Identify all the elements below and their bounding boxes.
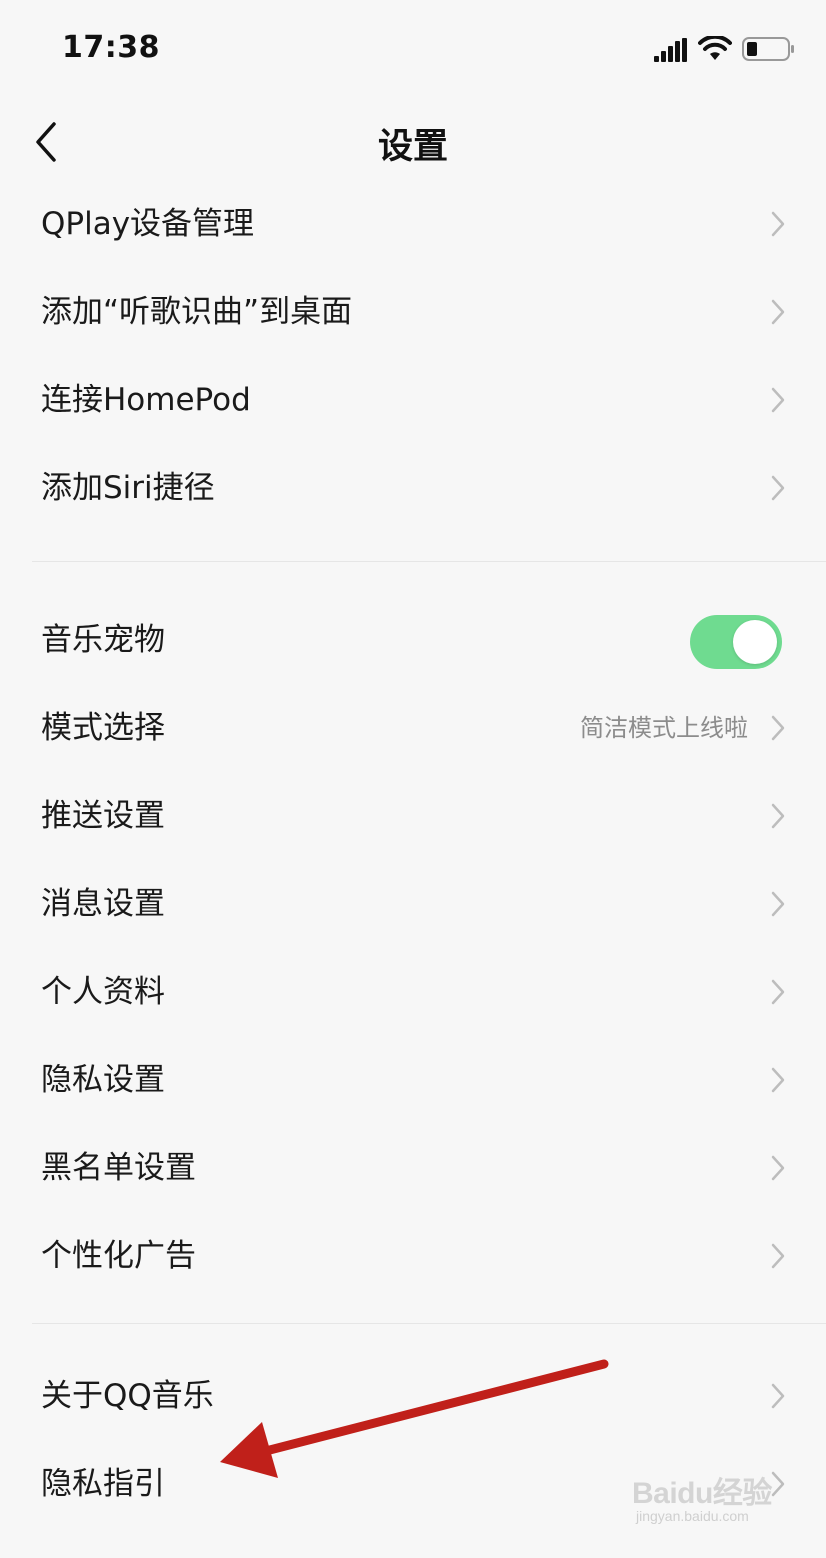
settings-group-device: QPlay设备管理 添加“听歌识曲”到桌面 连接HomePod 添加Siri捷径 [0,180,826,532]
chevron-right-icon [771,1067,785,1093]
row-label: 消息设置 [41,886,165,922]
row-label: 添加Siri捷径 [41,470,215,506]
row-label: 个人资料 [41,974,165,1010]
chevron-right-icon [771,891,785,917]
row-music-pet: 音乐宠物 [0,596,826,684]
nav-bar: 设置 [0,100,826,184]
row-label: 推送设置 [41,798,165,834]
chevron-right-icon [771,299,785,325]
row-label: 模式选择 [41,710,165,746]
row-blacklist-settings[interactable]: 黑名单设置 [0,1124,826,1212]
status-bar: 17:38 [0,0,826,100]
music-pet-toggle[interactable] [690,615,782,669]
watermark-sub: jingyan.baidu.com [636,1508,749,1524]
row-label: QPlay设备管理 [41,206,255,242]
chevron-right-icon [771,979,785,1005]
toggle-knob [733,620,777,664]
chevron-right-icon [771,387,785,413]
page-title: 设置 [377,127,448,167]
chevron-right-icon [771,211,785,237]
row-qplay-device-management[interactable]: QPlay设备管理 [0,180,826,268]
settings-screen: 17:38 设置 QPlay设备管理 添加“听歌识曲”到桌面 连接HomePod… [0,0,826,1558]
status-time: 17:38 [62,30,160,65]
chevron-right-icon [771,1383,785,1409]
row-add-song-recognition[interactable]: 添加“听歌识曲”到桌面 [0,268,826,356]
row-message-settings[interactable]: 消息设置 [0,860,826,948]
row-label: 连接HomePod [41,382,251,418]
row-add-siri-shortcut[interactable]: 添加Siri捷径 [0,444,826,532]
row-push-settings[interactable]: 推送设置 [0,772,826,860]
wifi-icon [698,36,732,60]
section-divider [32,1323,826,1324]
row-about-qq-music[interactable]: 关于QQ音乐 [0,1352,826,1440]
row-label: 添加“听歌识曲”到桌面 [41,294,353,330]
row-personalized-ads[interactable]: 个性化广告 [0,1212,826,1300]
settings-group-general: 音乐宠物 模式选择 简洁模式上线啦 推送设置 消息设置 个人资料 隐私设置 黑名 [0,596,826,1300]
signal-icon [654,38,687,62]
battery-icon [742,37,794,61]
chevron-right-icon [771,715,785,741]
chevron-right-icon [771,803,785,829]
row-profile[interactable]: 个人资料 [0,948,826,1036]
row-label: 隐私设置 [41,1062,165,1098]
row-mode-select[interactable]: 模式选择 简洁模式上线啦 [0,684,826,772]
row-connect-homepod[interactable]: 连接HomePod [0,356,826,444]
row-privacy-settings[interactable]: 隐私设置 [0,1036,826,1124]
baidu-watermark: Baidu经验 jingyan.baidu.com [632,1468,792,1538]
row-label: 个性化广告 [41,1238,196,1274]
section-divider [32,561,826,562]
row-label: 黑名单设置 [41,1150,196,1186]
row-label: 隐私指引 [41,1466,165,1502]
row-label: 关于QQ音乐 [41,1378,214,1414]
chevron-right-icon [771,1155,785,1181]
chevron-right-icon [771,475,785,501]
chevron-right-icon [771,1243,785,1269]
row-value: 简洁模式上线啦 [580,714,748,742]
watermark-text: Baidu经验 [632,1477,772,1510]
row-label: 音乐宠物 [41,622,165,658]
